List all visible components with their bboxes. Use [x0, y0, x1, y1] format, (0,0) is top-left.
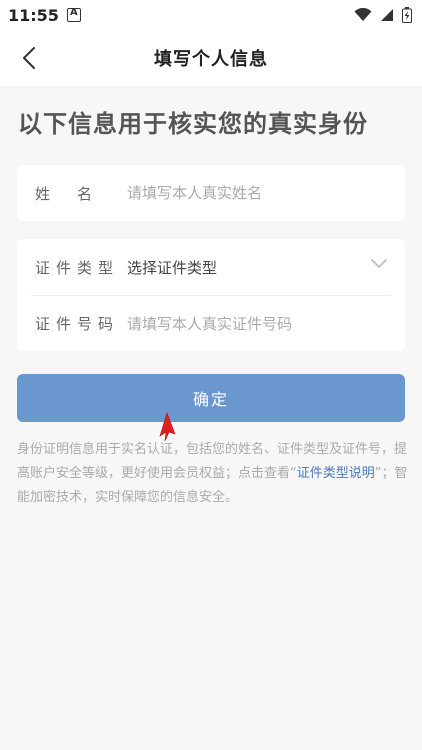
status-right — [354, 7, 412, 23]
id-type-row[interactable]: 证件类型 选择证件类型 — [31, 239, 391, 295]
status-bar: 11:55 — [0, 0, 422, 30]
wifi-icon — [354, 8, 372, 22]
signal-icon — [380, 8, 394, 22]
notification-a-icon — [66, 7, 81, 22]
confirm-button[interactable]: 确定 — [17, 374, 405, 422]
navigation-bar: 填写个人信息 — [0, 30, 422, 86]
battery-charging-icon — [402, 7, 412, 23]
page-title: 填写个人信息 — [154, 49, 268, 70]
name-card: 姓 名 — [17, 165, 405, 221]
cursor-arrow-icon — [159, 412, 176, 442]
id-type-label: 证件类型 — [35, 258, 120, 277]
name-input[interactable] — [127, 184, 391, 202]
back-button[interactable] — [16, 44, 42, 72]
status-left: 11:55 — [8, 6, 81, 25]
status-time: 11:55 — [8, 5, 59, 25]
name-label: 姓 名 — [35, 184, 99, 203]
id-type-select[interactable]: 选择证件类型 — [127, 257, 391, 278]
id-card: 证件类型 选择证件类型 证件号码 — [17, 239, 405, 351]
id-type-explanation-link[interactable]: 证件类型说明 — [297, 466, 375, 481]
id-number-row: 证件号码 — [31, 295, 391, 351]
chevron-down-icon — [371, 259, 387, 268]
headline: 以下信息用于核实您的真实身份 — [18, 110, 368, 138]
name-row: 姓 名 — [31, 165, 391, 221]
id-number-label: 证件号码 — [35, 315, 120, 333]
privacy-note: 身份证明信息用于实名认证，包括您的姓名、证件类型及证件号，提高账户安全等级，更好… — [17, 438, 409, 510]
id-number-input[interactable] — [127, 314, 391, 333]
chevron-left-icon — [23, 47, 35, 69]
